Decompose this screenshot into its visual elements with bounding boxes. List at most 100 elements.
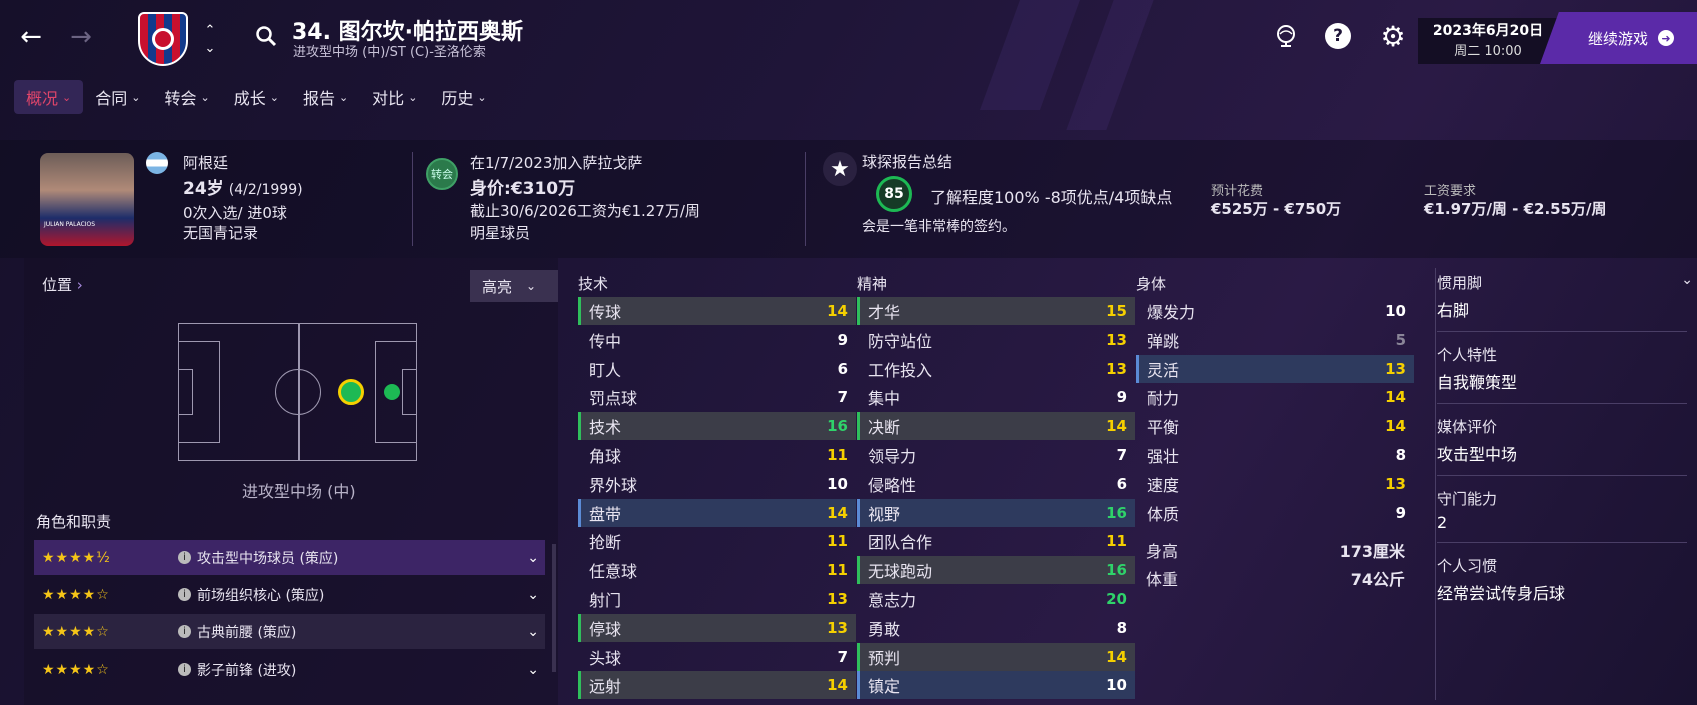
natural-position-marker bbox=[338, 379, 364, 405]
tab-contract[interactable]: 合同 ⌄ bbox=[83, 80, 152, 114]
attribute-row[interactable]: 集中 9 bbox=[857, 383, 1135, 411]
chevron-down-icon: ⌄ bbox=[62, 90, 72, 104]
attribute-value: 14 bbox=[1385, 388, 1406, 407]
forward-arrow-icon[interactable]: → bbox=[66, 22, 96, 52]
detail-value: 2 bbox=[1437, 513, 1448, 532]
attribute-value: 9 bbox=[837, 330, 848, 349]
attribute-name: 视野 bbox=[868, 504, 901, 524]
attribute-name: 弹跳 bbox=[1147, 331, 1180, 351]
info-icon[interactable]: i bbox=[178, 663, 191, 676]
chevron-down-icon[interactable]: ⌄ bbox=[527, 550, 539, 566]
tab-development[interactable]: 成长 ⌄ bbox=[222, 80, 291, 114]
attribute-row[interactable]: 头球 7 bbox=[578, 643, 856, 671]
attribute-name: 工作投入 bbox=[868, 360, 933, 380]
continue-label: 继续游戏 bbox=[1588, 29, 1649, 48]
search-icon[interactable] bbox=[252, 22, 280, 50]
technical-title: 技术 bbox=[578, 275, 609, 293]
tab-reports[interactable]: 报告 ⌄ bbox=[291, 80, 360, 114]
chevron-down-icon[interactable]: ⌄ bbox=[527, 662, 539, 678]
continue-button[interactable]: 继续游戏 ➜ bbox=[1540, 12, 1697, 64]
attribute-row[interactable]: 勇敢 8 bbox=[857, 614, 1135, 642]
contract-text: 截止30/6/2026工资为€1.27万/周 bbox=[470, 202, 700, 220]
knowledge-text: 了解程度100% -8项优点/4项缺点 bbox=[930, 188, 1173, 207]
chevron-down-icon: ⌄ bbox=[200, 90, 210, 104]
secondary-position-marker bbox=[384, 384, 400, 400]
pitch-diagram bbox=[178, 323, 417, 461]
attribute-value: 15 bbox=[1106, 302, 1127, 320]
attribute-name: 盘带 bbox=[589, 504, 622, 524]
attribute-row[interactable]: 耐力 14 bbox=[1136, 383, 1414, 411]
attribute-row[interactable]: 领导力 7 bbox=[857, 441, 1135, 469]
attribute-row[interactable]: 防守站位 13 bbox=[857, 326, 1135, 354]
attribute-value: 13 bbox=[1385, 474, 1406, 493]
attribute-row[interactable]: 传中 9 bbox=[578, 326, 856, 354]
attribute-row[interactable]: 预判 14 bbox=[857, 642, 1135, 671]
attribute-name: 预判 bbox=[868, 648, 901, 668]
attribute-row[interactable]: 界外球 10 bbox=[578, 470, 856, 498]
tab-history[interactable]: 历史 ⌄ bbox=[429, 80, 498, 114]
attribute-row[interactable]: 决断 14 bbox=[857, 412, 1135, 441]
info-icon[interactable]: i bbox=[178, 625, 191, 638]
attribute-row[interactable]: 抢断 11 bbox=[578, 527, 856, 555]
attribute-row[interactable]: 远射 14 bbox=[578, 671, 856, 700]
info-icon[interactable]: i bbox=[178, 551, 191, 564]
role-name: 古典前腰 (策应) bbox=[197, 624, 297, 641]
help-icon[interactable]: ? bbox=[1325, 23, 1351, 49]
settings-gear-icon[interactable]: ⚙ bbox=[1378, 20, 1408, 53]
chevron-down-icon[interactable]: ⌄ bbox=[527, 587, 539, 603]
tab-overview[interactable]: 概况 ⌄ bbox=[14, 80, 84, 114]
attribute-row[interactable]: 速度 13 bbox=[1136, 470, 1414, 498]
info-icon[interactable]: i bbox=[178, 588, 191, 601]
attribute-row[interactable]: 传球 14 bbox=[578, 297, 856, 325]
role-row[interactable]: ★★★★☆ i 影子前锋 (进攻) ⌄ bbox=[34, 652, 545, 687]
role-stars: ★★★★½ bbox=[42, 549, 111, 566]
attribute-value: 16 bbox=[1106, 503, 1127, 522]
attribute-row[interactable]: 镇定 10 bbox=[857, 671, 1135, 700]
attribute-row[interactable]: 才华 15 bbox=[857, 297, 1135, 325]
role-row[interactable]: ★★★★☆ i 前场组织核心 (策应) ⌄ bbox=[34, 577, 545, 612]
chevron-down-icon[interactable]: ⌄ bbox=[527, 624, 539, 640]
weight-label: 体重 bbox=[1146, 570, 1179, 589]
world-globe-icon[interactable] bbox=[1272, 22, 1300, 50]
attribute-name: 技术 bbox=[589, 418, 622, 438]
attribute-row[interactable]: 角球 11 bbox=[578, 441, 856, 469]
roles-title: 角色和职责 bbox=[36, 513, 112, 531]
attribute-row[interactable]: 视野 16 bbox=[857, 498, 1135, 527]
attribute-row[interactable]: 强壮 8 bbox=[1136, 441, 1414, 469]
attribute-row[interactable]: 任意球 11 bbox=[578, 556, 856, 584]
argentina-flag-icon bbox=[146, 152, 168, 174]
attribute-value: 8 bbox=[1395, 446, 1406, 464]
attribute-value: 13 bbox=[1385, 359, 1406, 378]
attribute-row[interactable]: 体质 9 bbox=[1136, 499, 1414, 527]
role-row[interactable]: ★★★★½ i 攻击型中场球员 (策应) ⌄ bbox=[34, 540, 545, 575]
attribute-row[interactable]: 技术 16 bbox=[578, 412, 856, 441]
attribute-row[interactable]: 无球跑动 16 bbox=[857, 556, 1135, 585]
chevron-down-icon[interactable]: ⌄ bbox=[1681, 272, 1693, 288]
attribute-row[interactable]: 停球 13 bbox=[578, 613, 856, 642]
attribute-row[interactable]: 意志力 20 bbox=[857, 585, 1135, 613]
attribute-row[interactable]: 工作投入 13 bbox=[857, 355, 1135, 383]
roles-scrollbar[interactable] bbox=[552, 544, 556, 672]
attribute-row[interactable]: 盯人 6 bbox=[578, 355, 856, 383]
attribute-row[interactable]: 罚点球 7 bbox=[578, 383, 856, 411]
attribute-row[interactable]: 弹跳 5 bbox=[1136, 326, 1414, 354]
tab-transfer[interactable]: 转会 ⌄ bbox=[152, 80, 221, 114]
highlight-dropdown[interactable]: 高亮 ⌄ bbox=[470, 270, 558, 302]
role-row[interactable]: ★★★★☆ i 古典前腰 (策应) ⌄ bbox=[34, 614, 545, 649]
position-link[interactable]: 位置 › bbox=[42, 274, 83, 295]
attribute-row[interactable]: 灵活 13 bbox=[1136, 354, 1414, 383]
attribute-row[interactable]: 射门 13 bbox=[578, 585, 856, 613]
attribute-row[interactable]: 团队合作 11 bbox=[857, 527, 1135, 555]
attribute-name: 无球跑动 bbox=[868, 562, 933, 582]
player-cycle-chevrons-icon[interactable]: ⌃ ⌄ bbox=[200, 20, 220, 60]
attribute-row[interactable]: 盘带 14 bbox=[578, 498, 856, 527]
attribute-value: 5 bbox=[1395, 330, 1406, 349]
club-crest[interactable] bbox=[138, 12, 188, 66]
tab-compare[interactable]: 对比 ⌄ bbox=[360, 80, 429, 114]
chevron-down-icon: ⌄ bbox=[269, 90, 279, 104]
back-arrow-icon[interactable]: ← bbox=[16, 22, 46, 52]
attribute-row[interactable]: 侵略性 6 bbox=[857, 470, 1135, 498]
attribute-row[interactable]: 平衡 14 bbox=[1136, 412, 1414, 440]
attribute-row[interactable]: 爆发力 10 bbox=[1136, 297, 1414, 325]
scout-rating-gauge[interactable]: 85 bbox=[876, 176, 912, 212]
